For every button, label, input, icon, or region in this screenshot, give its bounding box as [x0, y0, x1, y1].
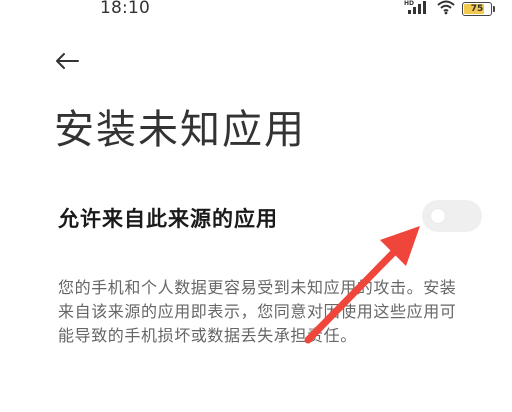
battery-level: 75	[470, 3, 484, 14]
status-time: 18:10	[100, 0, 150, 18]
arrow-left-icon	[56, 53, 79, 69]
allow-source-toggle[interactable]	[422, 200, 482, 232]
setting-row-allow-unknown-sources[interactable]: 允许来自此来源的应用	[54, 198, 486, 238]
battery-cap	[493, 6, 495, 12]
wifi-icon	[436, 0, 456, 19]
back-button[interactable]	[52, 46, 82, 76]
description-text: 您的手机和个人数据更容易受到未知应用的攻击。安装来自该来源的应用即表示，您同意对…	[58, 278, 457, 345]
status-icons: HD 75	[404, 0, 495, 19]
battery-icon: 75	[462, 2, 495, 16]
hd-signal-icon: HD	[404, 0, 430, 19]
svg-text:HD: HD	[404, 0, 414, 7]
toggle-knob	[431, 209, 445, 223]
setting-label: 允许来自此来源的应用	[58, 207, 278, 231]
page-title: 安装未知应用	[54, 107, 306, 153]
status-bar: 18:10 HD 75	[0, 0, 512, 22]
